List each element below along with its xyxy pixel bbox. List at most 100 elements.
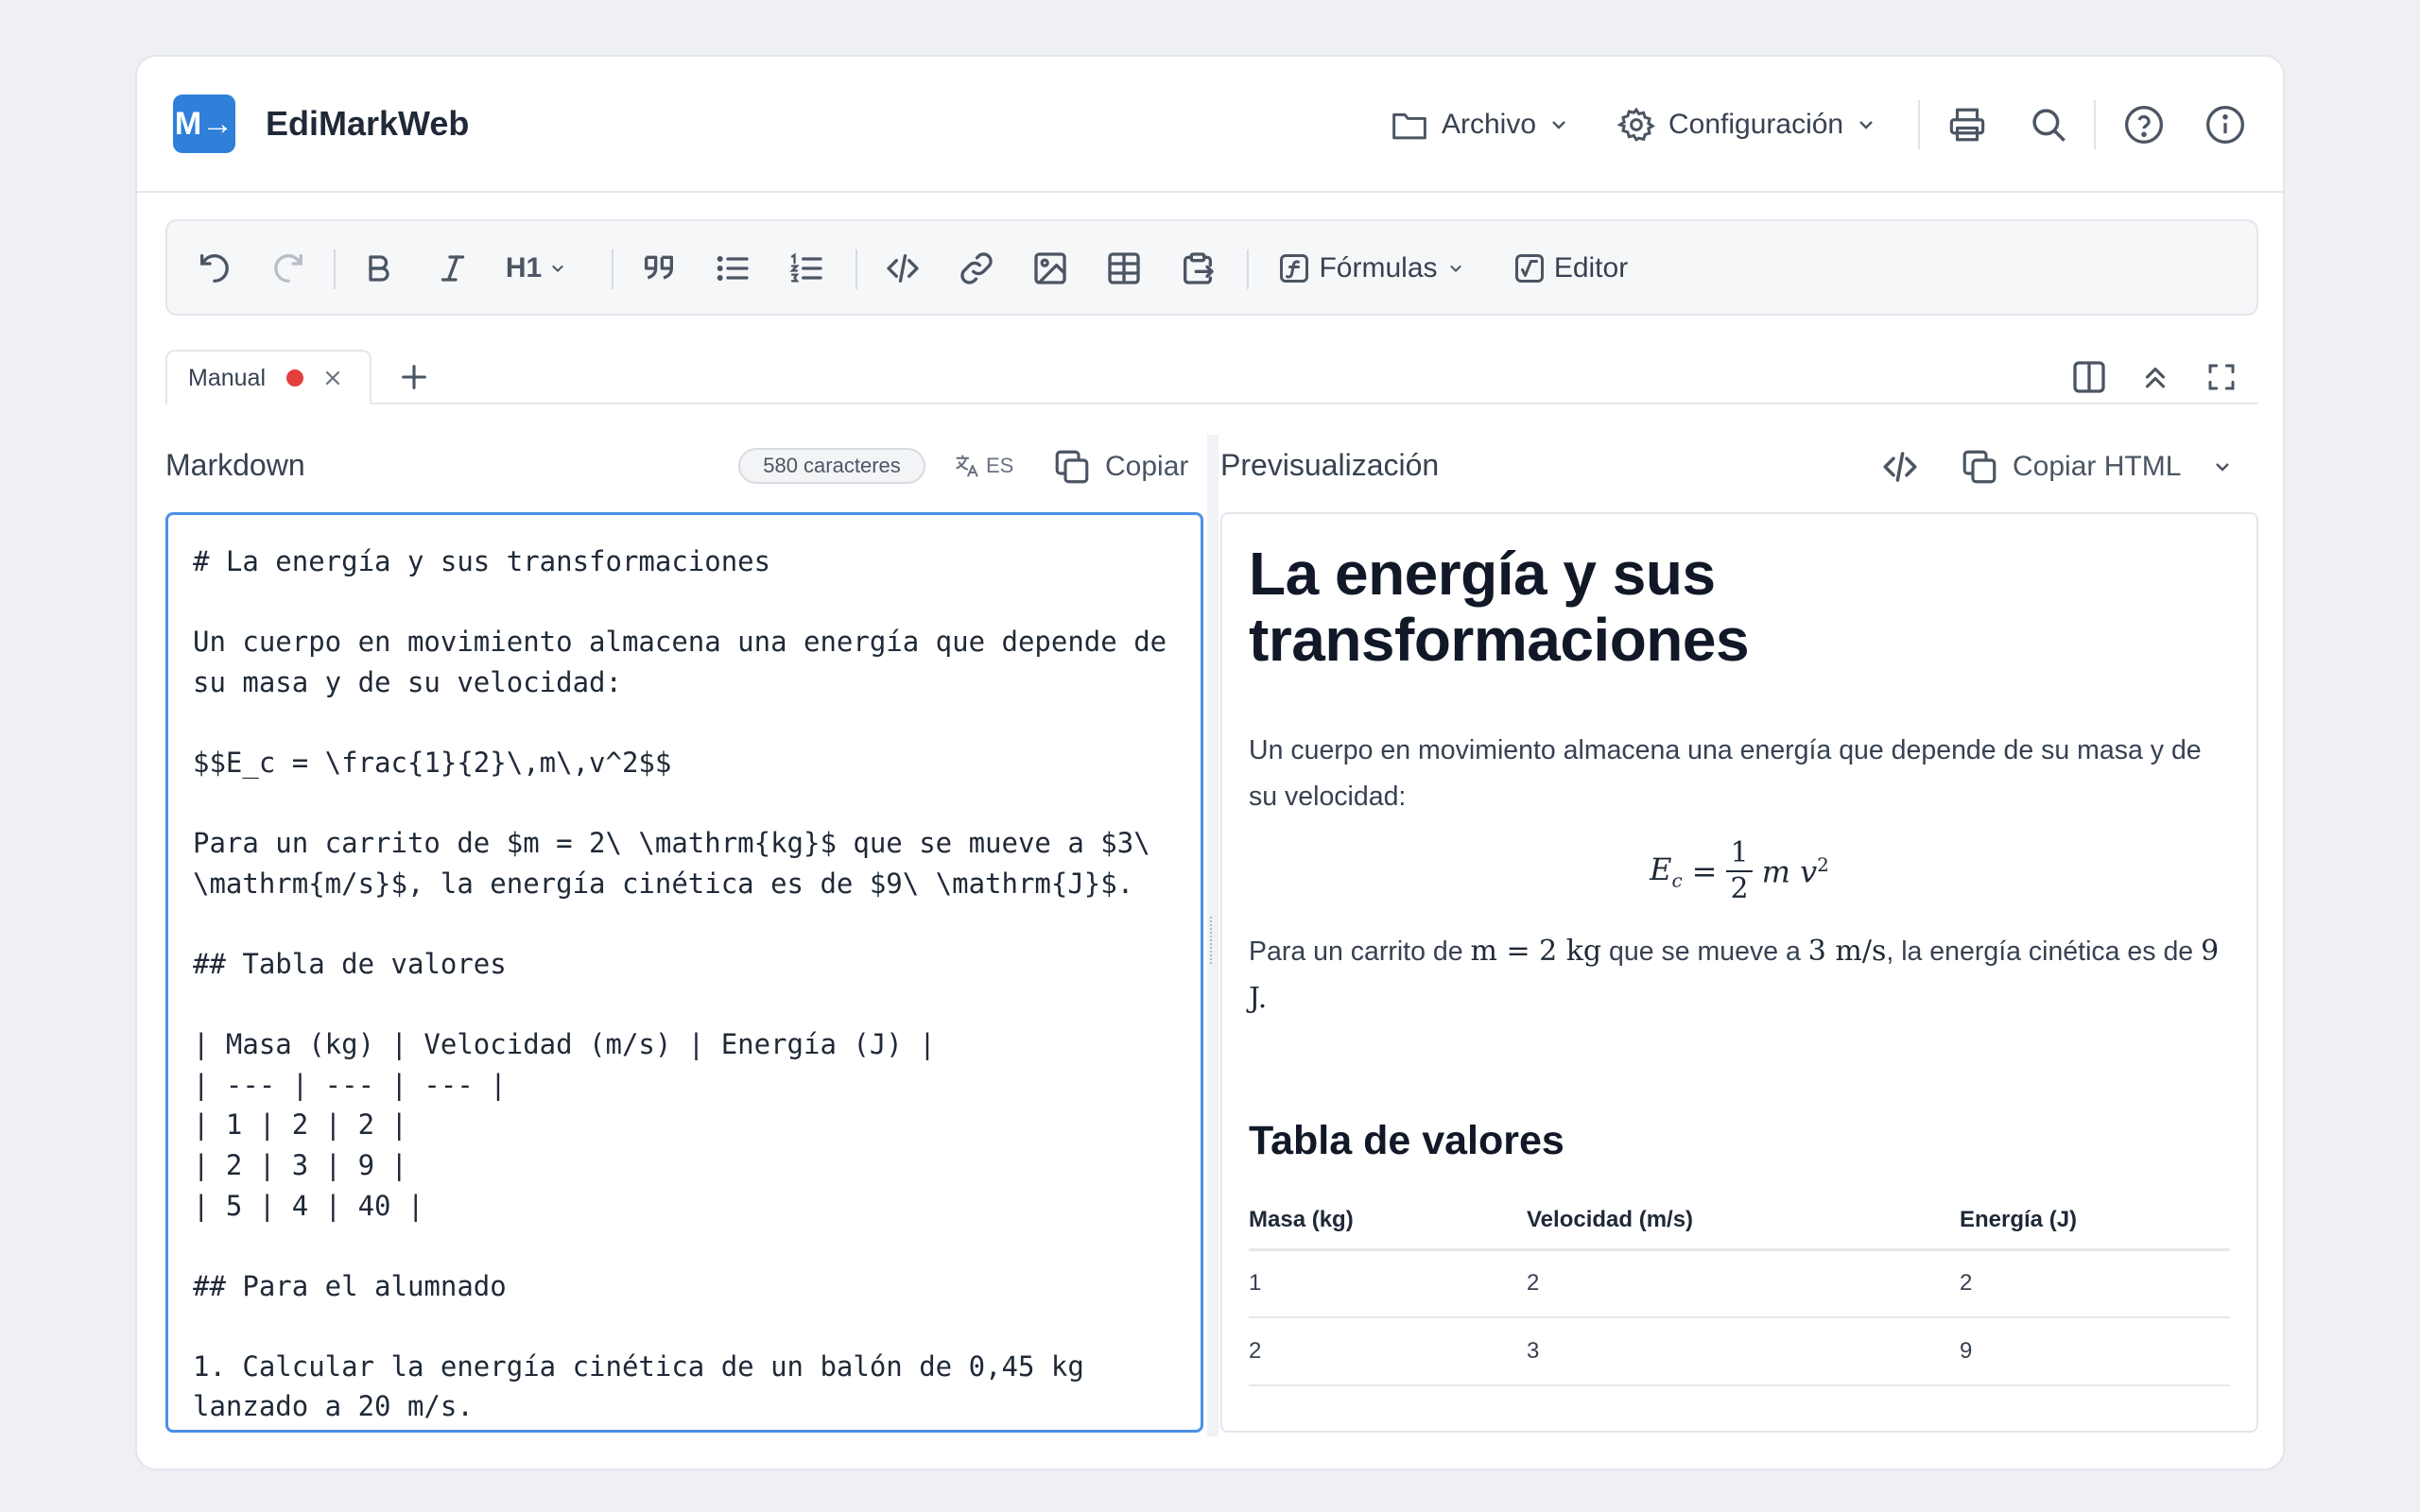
app-header: M→ EdiMarkWeb Archivo Configuración — [137, 57, 2283, 193]
view-html-source-button[interactable] — [1880, 444, 1920, 490]
copy-html-button[interactable]: Copiar HTML — [1960, 444, 2181, 490]
print-button[interactable] — [1943, 100, 1992, 149]
numbered-list-button[interactable] — [782, 244, 831, 293]
plus-icon — [398, 361, 430, 393]
close-tab-button[interactable] — [322, 368, 343, 388]
preview-paragraph: Para un carrito de m = 2 kg que se mueve… — [1249, 928, 2230, 1022]
logo-text: M→ — [174, 105, 234, 142]
image-button[interactable] — [1026, 244, 1075, 293]
preview-table: Masa (kg) Velocidad (m/s) Energía (J) 1 … — [1249, 1193, 2230, 1386]
inline-math: 3 m/s — [1807, 935, 1887, 968]
formula-rhs: m v2 — [1762, 853, 1829, 890]
square-root-icon — [1512, 251, 1547, 285]
chevron-down-icon — [549, 263, 566, 274]
heading-dropdown[interactable]: H1 — [498, 244, 574, 293]
formula-e: E — [1650, 850, 1672, 887]
preview-paragraph: Un cuerpo en movimiento almacena una ene… — [1249, 735, 2202, 812]
app-logo: M→ — [173, 94, 235, 153]
formulas-label: Fórmulas — [1319, 252, 1438, 284]
archivo-label: Archivo — [1442, 109, 1537, 140]
bullet-list-button[interactable] — [708, 244, 757, 293]
gear-icon — [1617, 106, 1655, 144]
toolbar-divider — [334, 249, 336, 289]
app-window: M→ EdiMarkWeb Archivo Configuración H1 F… — [135, 55, 2285, 1470]
chevrons-up-icon — [2139, 361, 2171, 393]
preview-heading-2: Tabla de valores — [1249, 1118, 1564, 1163]
copy-icon — [1960, 447, 1999, 487]
language-label: ES — [986, 454, 1014, 477]
splitter-grip[interactable] — [1210, 917, 1216, 964]
fullscreen-button[interactable] — [2200, 355, 2243, 399]
link-icon — [958, 249, 995, 287]
info-button[interactable] — [2201, 100, 2250, 149]
chevron-down-icon — [1857, 118, 1876, 131]
help-icon — [2123, 104, 2165, 146]
tab-label: Manual — [188, 364, 266, 391]
header-divider — [1918, 100, 1920, 149]
markdown-editor[interactable]: # La energía y sus transformaciones Un c… — [165, 512, 1203, 1433]
formatting-toolbar: H1 Fórmulas Editor — [165, 219, 2258, 316]
table-header-cell: Energía (J) — [1960, 1193, 2230, 1251]
italic-button[interactable] — [428, 244, 477, 293]
char-count-badge: 580 caracteres — [738, 448, 925, 484]
unsaved-indicator — [286, 369, 303, 387]
preview-heading-1: La energía y sus transformaciones — [1249, 540, 1750, 674]
undo-button[interactable] — [190, 244, 239, 293]
table-cell: 1 — [1249, 1249, 1527, 1318]
code-icon — [1880, 447, 1920, 487]
function-icon — [1277, 251, 1311, 285]
copy-label: Copiar — [1105, 451, 1189, 482]
archivo-menu[interactable]: Archivo — [1391, 94, 1568, 155]
link-button[interactable] — [952, 244, 1001, 293]
formula-superscript: 2 — [1817, 852, 1829, 876]
new-tab-button[interactable] — [392, 355, 436, 399]
table-cell: 2 — [1249, 1317, 1527, 1386]
preview-formula: Ec = 1 2 m v2 — [1249, 828, 2230, 915]
quote-button[interactable] — [634, 244, 683, 293]
formula-v: v — [1800, 853, 1818, 890]
italic-icon — [436, 249, 470, 287]
fullscreen-icon — [2206, 362, 2237, 392]
formulas-dropdown[interactable]: Fórmulas — [1271, 244, 1470, 293]
table-header-cell: Velocidad (m/s) — [1527, 1193, 1960, 1251]
search-button[interactable] — [2024, 100, 2073, 149]
bold-button[interactable] — [354, 244, 404, 293]
paragraph-text: Para un carrito de — [1249, 936, 1471, 967]
table-button[interactable] — [1099, 244, 1149, 293]
editor-button[interactable]: Editor — [1506, 244, 1634, 293]
bullet-list-icon — [714, 249, 752, 287]
help-button[interactable] — [2119, 100, 2169, 149]
paragraph-text: , la energía cinética es de — [1886, 936, 2202, 967]
inline-math: m = 2 kg — [1470, 935, 1602, 968]
code-button[interactable] — [878, 244, 927, 293]
redo-button[interactable] — [264, 244, 313, 293]
copy-html-options-dropdown[interactable] — [2213, 444, 2232, 490]
split-view-icon — [2070, 358, 2108, 396]
copy-markdown-button[interactable]: Copiar — [1052, 444, 1188, 490]
copy-icon — [1052, 447, 1092, 487]
configuracion-label: Configuración — [1668, 109, 1844, 140]
table-row: 2 3 9 — [1249, 1317, 2230, 1386]
formula-subscript: c — [1671, 868, 1683, 892]
chevron-down-icon — [1447, 263, 1464, 274]
language-selector[interactable]: ES — [954, 448, 1013, 484]
printer-icon — [1946, 105, 1988, 145]
table-cell: 3 — [1527, 1317, 1960, 1386]
formula-lhs: Ec — [1650, 851, 1683, 891]
app-name: EdiMarkWeb — [266, 104, 470, 143]
code-icon — [883, 249, 923, 287]
paragraph-text: que se mueve a — [1601, 936, 1808, 967]
tab-manual[interactable]: Manual — [165, 350, 372, 404]
configuracion-menu[interactable]: Configuración — [1617, 94, 1876, 155]
clipboard-export-icon — [1179, 249, 1217, 287]
toolbar-divider — [856, 249, 857, 289]
collapse-button[interactable] — [2134, 355, 2177, 399]
markdown-pane-title: Markdown — [165, 448, 305, 482]
markdown-source-text[interactable]: # La energía y sus transformaciones Un c… — [193, 541, 1176, 1427]
split-view-button[interactable] — [2067, 355, 2111, 399]
table-cell: 2 — [1527, 1249, 1960, 1318]
paste-button[interactable] — [1173, 244, 1222, 293]
formula-fraction: 1 2 — [1726, 836, 1753, 906]
search-icon — [2029, 105, 2068, 145]
formula-m: m — [1761, 853, 1790, 890]
